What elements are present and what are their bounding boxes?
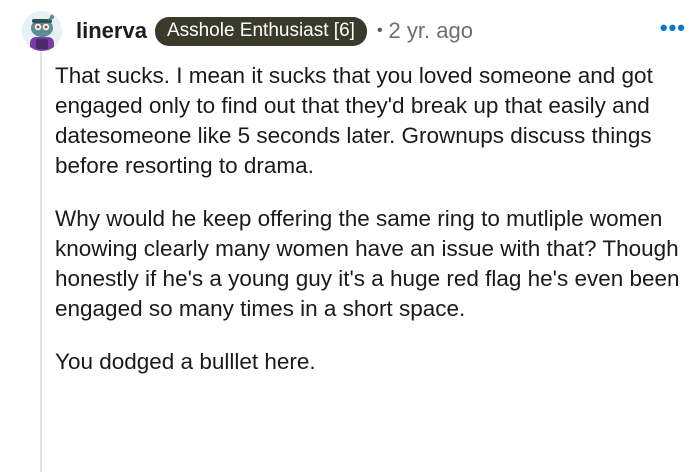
comment-body: That sucks. I mean it sucks that you lov… [55,61,685,400]
author-username[interactable]: linerva [76,18,147,44]
snoo-avatar-icon [22,11,62,51]
avatar[interactable] [22,11,62,51]
comment-header: linerva Asshole Enthusiast [6] • 2 yr. a… [22,8,686,54]
comment-age[interactable]: 2 yr. ago [389,18,473,44]
user-flair: Asshole Enthusiast [6] [154,16,367,46]
more-options-icon[interactable]: ••• [660,17,686,45]
thread-line[interactable] [40,52,42,472]
comment-paragraph-1: That sucks. I mean it sucks that you lov… [55,63,653,178]
comment-paragraph-3: You dodged a bulllet here. [55,349,316,374]
separator-dot: • [376,22,383,39]
comment-paragraph-2: Why would he keep offering the same ring… [55,206,680,321]
